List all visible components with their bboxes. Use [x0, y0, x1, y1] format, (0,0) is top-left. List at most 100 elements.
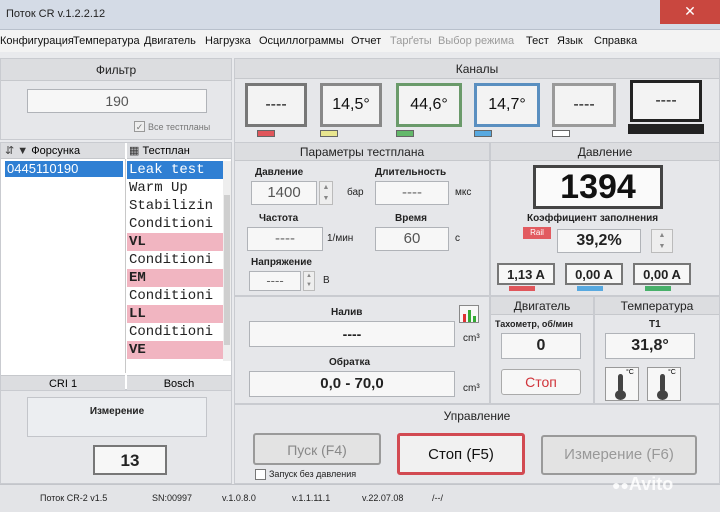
- delivery-value: ----: [249, 321, 455, 347]
- delivery-unit: cm³: [463, 333, 480, 344]
- all-testplans-checkbox[interactable]: ✓: [134, 121, 145, 132]
- testplan-item[interactable]: VL: [127, 233, 223, 251]
- measurement-label: Измерение: [89, 406, 145, 417]
- channels-title: Каналы: [235, 59, 719, 79]
- channel-display: 44,6°: [396, 83, 462, 127]
- duty-spinner[interactable]: ▲ ▼: [651, 229, 673, 253]
- menu-test[interactable]: Тест: [526, 35, 549, 47]
- current-readout: 0,00 A: [565, 263, 623, 285]
- filter-panel: Фильтр 190 ✓ Все тестпланы: [0, 58, 232, 140]
- testplan-item[interactable]: Leak test: [127, 161, 223, 179]
- frequency-input[interactable]: ----: [247, 227, 323, 251]
- voltage-input[interactable]: ----: [249, 271, 301, 291]
- backflow-label: Обратка: [329, 357, 371, 368]
- menu-temperature[interactable]: Температура: [73, 35, 140, 47]
- tachometer-label: Тахометр, об/мин: [495, 319, 574, 329]
- scrollbar-thumb[interactable]: [224, 195, 230, 345]
- start-button[interactable]: Пуск (F4): [253, 433, 381, 465]
- no-pressure-checkbox[interactable]: [255, 469, 266, 480]
- pressure-readout: 1394: [533, 165, 663, 209]
- temperature-title: Температура: [595, 297, 719, 315]
- engine-title: Двигатель: [491, 297, 593, 315]
- status-version-3: v.22.07.08: [362, 493, 404, 503]
- current-readout: 0,00 A: [633, 263, 691, 285]
- menu-report[interactable]: Отчет: [351, 35, 381, 47]
- channel-display: 14,5°: [320, 83, 382, 127]
- engine-stop-button[interactable]: Стоп: [501, 369, 581, 395]
- testplan-item[interactable]: Conditioni: [127, 251, 223, 269]
- measurement-panel: Измерение 13: [0, 390, 232, 484]
- time-input[interactable]: 60: [375, 227, 449, 251]
- params-title: Параметры тестплана: [235, 143, 489, 161]
- menu-oscillograms[interactable]: Осциллограммы: [259, 35, 344, 47]
- testplan-scrollbar[interactable]: [223, 161, 231, 361]
- engine-panel: Двигатель Тахометр, об/мин 0 Стоп: [490, 296, 594, 404]
- duration-unit: мкс: [455, 187, 472, 198]
- testplan-header: ▦ Тестплан: [127, 143, 231, 159]
- duration-label: Длительность: [375, 167, 447, 178]
- testplan-item[interactable]: Conditioni: [127, 215, 223, 233]
- filter-input[interactable]: 190: [27, 89, 207, 113]
- channel-display: ----: [245, 83, 307, 127]
- voltage-spinner[interactable]: ▲ ▼: [303, 271, 315, 291]
- params-panel: Параметры тестплана Давление 1400 ▲ ▼ бар…: [234, 142, 490, 296]
- testplan-footer: Bosch: [127, 375, 231, 391]
- voltage-label: Напряжение: [251, 257, 312, 268]
- sort-icon[interactable]: ⇵: [5, 145, 14, 157]
- duty-cycle-label: Коэффициент заполнения: [527, 213, 659, 224]
- pressure-panel: Давление 1394 Коэффициент заполнения Rai…: [490, 142, 720, 296]
- channel-color-swatch: [474, 130, 492, 137]
- thermometer-icon[interactable]: °C: [647, 367, 681, 401]
- testplan-item[interactable]: LL: [127, 305, 223, 323]
- menu-help[interactable]: Справка: [594, 35, 637, 47]
- injector-header: ⇵ ▼ Форсунка: [1, 143, 125, 159]
- time-label: Время: [395, 213, 427, 224]
- testplan-item[interactable]: Stabilizin: [127, 197, 223, 215]
- measurement-box: Измерение: [27, 397, 207, 437]
- channel-color-swatch: [552, 130, 570, 137]
- menu-config[interactable]: Конфигурация: [0, 35, 74, 47]
- pressure-param-unit: бар: [347, 187, 364, 198]
- testplan-item[interactable]: Conditioni: [127, 287, 223, 305]
- backflow-value: 0,0 - 70,0: [249, 371, 455, 397]
- menu-load[interactable]: Нагрузка: [205, 35, 251, 47]
- status-version-1: v.1.0.8.0: [222, 493, 256, 503]
- filter-funnel-icon[interactable]: ▼: [17, 145, 28, 157]
- duty-cycle-value: 39,2%: [557, 229, 641, 253]
- window-title: Поток CR v.1.2.2.12: [6, 8, 106, 20]
- close-button[interactable]: ✕: [660, 0, 720, 24]
- menu-targets: Тарґеты: [390, 35, 432, 47]
- testplan-item[interactable]: EM: [127, 269, 223, 287]
- menu-language[interactable]: Язык: [557, 35, 583, 47]
- pressure-spinner[interactable]: ▲ ▼: [319, 181, 333, 205]
- menu-bar: Конфигурация Температура Двигатель Нагру…: [0, 30, 720, 52]
- frequency-label: Частота: [259, 213, 299, 224]
- testplan-list: Leak test Warm Up Stabilizin Conditioni …: [127, 161, 223, 361]
- pressure-param-label: Давление: [255, 167, 304, 178]
- measure-button[interactable]: Измерение (F6): [541, 435, 697, 475]
- title-bar: Поток CR v.1.2.2.12 ✕: [0, 0, 720, 30]
- testplan-item[interactable]: VE: [127, 341, 223, 359]
- channel-display: ----: [552, 83, 616, 127]
- selection-panel: ⇵ ▼ Форсунка ▦ Тестплан 0445110190 Leak …: [0, 142, 232, 391]
- voltage-unit: В: [323, 275, 330, 286]
- injector-list-item-selected[interactable]: 0445110190: [5, 161, 123, 177]
- channel-display: 14,7°: [474, 83, 540, 127]
- status-device: Поток CR-2 v1.5: [40, 493, 108, 503]
- stop-button[interactable]: Стоп (F5): [397, 433, 525, 475]
- menu-mode-select: Выбор режима: [438, 35, 515, 47]
- rpm-value: 0: [501, 333, 581, 359]
- flow-chart-icon[interactable]: [459, 305, 479, 323]
- injector-footer: CRI 1: [1, 375, 125, 391]
- menu-engine[interactable]: Двигатель: [144, 35, 196, 47]
- duration-input[interactable]: ----: [375, 181, 449, 205]
- thermometer-icon[interactable]: °C: [605, 367, 639, 401]
- t1-label: T1: [649, 319, 661, 330]
- no-pressure-label: Запуск без давления: [269, 469, 357, 479]
- pressure-param-input[interactable]: 1400: [251, 181, 317, 205]
- backflow-unit: cm³: [463, 383, 480, 394]
- app-window: Поток CR v.1.2.2.12 ✕ Конфигурация Темпе…: [0, 0, 720, 512]
- t1-value: 31,8°: [605, 333, 695, 359]
- testplan-item[interactable]: Warm Up: [127, 179, 223, 197]
- testplan-item[interactable]: Conditioni: [127, 323, 223, 341]
